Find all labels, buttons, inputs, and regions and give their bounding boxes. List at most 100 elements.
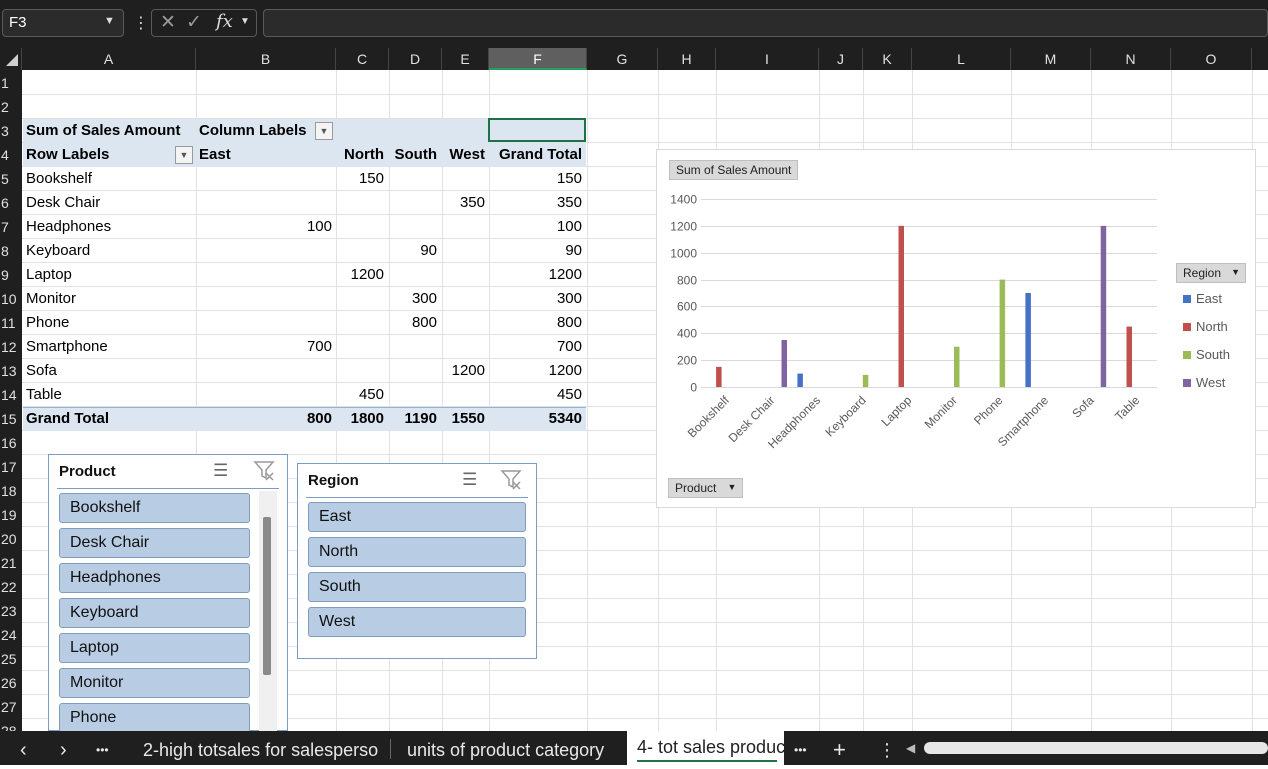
pivot-row-label[interactable]: Table	[26, 383, 62, 407]
pivot-cell-south[interactable]: 300	[389, 287, 437, 311]
column-header-l[interactable]: L	[912, 48, 1011, 70]
slicer-item-bookshelf[interactable]: Bookshelf	[59, 493, 250, 523]
pivot-cell-north[interactable]: 150	[336, 167, 384, 191]
multi-select-icon[interactable]: ☰	[213, 461, 228, 481]
axis-field-button[interactable]: Product ▼	[668, 478, 744, 498]
clear-filter-icon[interactable]	[253, 459, 275, 486]
pivot-cell-east[interactable]	[196, 239, 332, 263]
row-header-20[interactable]: 20	[0, 527, 22, 551]
pivot-row-label[interactable]: Phone	[26, 311, 69, 335]
row-header-17[interactable]: 17	[0, 455, 22, 479]
legend-item-north[interactable]: North	[1183, 319, 1228, 334]
pivot-cell-west[interactable]	[442, 263, 485, 287]
column-header-i[interactable]: I	[716, 48, 819, 70]
bar-west-sofa[interactable]	[1100, 225, 1107, 387]
sheet-tab[interactable]: 2-high totsales for salesperso	[143, 731, 378, 765]
pivot-cell-total[interactable]: 450	[488, 383, 582, 407]
pivot-cell-east[interactable]: 700	[196, 335, 332, 359]
pivot-cell-west[interactable]: 1200	[442, 359, 485, 383]
row-header-21[interactable]: 21	[0, 551, 22, 575]
bar-east-smartphone[interactable]	[1025, 293, 1031, 387]
pivot-cell-south[interactable]	[389, 383, 437, 407]
pivot-cell-total[interactable]: 150	[488, 167, 582, 191]
pivot-cell-west[interactable]	[442, 335, 485, 359]
pivot-cell-south[interactable]: 800	[389, 311, 437, 335]
legend-item-south[interactable]: South	[1183, 347, 1230, 362]
multi-select-icon[interactable]: ☰	[462, 470, 477, 490]
column-labels-filter-button[interactable]: ▼	[315, 122, 333, 140]
pivot-cell-east[interactable]	[196, 383, 332, 407]
add-sheet-button[interactable]: +	[833, 731, 846, 765]
legend-item-west[interactable]: West	[1183, 375, 1225, 390]
pivot-cell-total[interactable]: 300	[488, 287, 582, 311]
pivot-cell-west[interactable]	[442, 311, 485, 335]
legend-item-east[interactable]: East	[1183, 291, 1222, 306]
column-header-j[interactable]: J	[819, 48, 863, 70]
pivot-cell-total[interactable]: 800	[488, 311, 582, 335]
bar-south-keyboard[interactable]	[862, 374, 869, 387]
sheet-tab-active[interactable]: 4- tot sales produc	[627, 731, 784, 765]
more-sheets-icon[interactable]: •••	[96, 731, 109, 765]
pivot-row-label[interactable]: Desk Chair	[26, 191, 100, 215]
slicer-item-east[interactable]: East	[308, 502, 526, 532]
pivot-cell-north[interactable]: 450	[336, 383, 384, 407]
horizontal-scrollbar[interactable]	[924, 742, 1268, 754]
pivot-cell-east[interactable]	[196, 167, 332, 191]
pivot-row-label[interactable]: Bookshelf	[26, 167, 92, 191]
pivot-cell-east[interactable]: 100	[196, 215, 332, 239]
pivot-cell-west[interactable]: 350	[442, 191, 485, 215]
pivot-row-label[interactable]: Laptop	[26, 263, 72, 287]
pivot-row-label[interactable]: Sofa	[26, 359, 57, 383]
pivot-cell-south[interactable]	[389, 167, 437, 191]
pivot-cell-west[interactable]	[442, 383, 485, 407]
pivot-cell-north[interactable]	[336, 191, 384, 215]
pivot-cell-east[interactable]	[196, 311, 332, 335]
legend-field-button[interactable]: Region ▼	[1176, 263, 1247, 283]
pivot-cell-east[interactable]	[196, 191, 332, 215]
pivot-cell-total[interactable]: 90	[488, 239, 582, 263]
pivot-cell-north[interactable]	[336, 215, 384, 239]
pivot-cell-total[interactable]: 700	[488, 335, 582, 359]
row-header-18[interactable]: 18	[0, 479, 22, 503]
prev-sheet-button[interactable]: ‹	[20, 731, 27, 765]
slicer-item-monitor[interactable]: Monitor	[59, 668, 250, 698]
slicer-item-laptop[interactable]: Laptop	[59, 633, 250, 663]
slicer-item-west[interactable]: West	[308, 607, 526, 637]
row-header-25[interactable]: 25	[0, 647, 22, 671]
row-header-22[interactable]: 22	[0, 575, 22, 599]
active-cell-f3[interactable]	[488, 118, 586, 142]
pivot-cell-south[interactable]	[389, 263, 437, 287]
product-slicer[interactable]: Product ☰ Bookshelf Desk Chair Headphones K…	[48, 454, 288, 733]
slicer-item-desk-chair[interactable]: Desk Chair	[59, 528, 250, 558]
pivot-cell-east[interactable]	[196, 359, 332, 383]
bar-north-laptop[interactable]	[898, 225, 905, 387]
pivot-cell-south[interactable]	[389, 359, 437, 383]
sheet-menu-icon[interactable]: ⋮	[878, 731, 896, 765]
row-header-26[interactable]: 26	[0, 671, 22, 695]
region-slicer[interactable]: Region ☰ East North South West	[297, 463, 537, 659]
pivot-cell-east[interactable]	[196, 263, 332, 287]
bar-north-table[interactable]	[1126, 326, 1133, 387]
clear-filter-icon[interactable]	[500, 468, 522, 495]
pivot-cell-total[interactable]: 350	[488, 191, 582, 215]
bar-north-bookshelf[interactable]	[716, 366, 722, 387]
pivot-cell-north[interactable]	[336, 239, 384, 263]
slicer-item-phone[interactable]: Phone	[59, 703, 250, 733]
pivot-cell-south[interactable]	[389, 335, 437, 359]
pivot-cell-west[interactable]	[442, 215, 485, 239]
column-header-m[interactable]: M	[1011, 48, 1091, 70]
pivot-chart[interactable]: Sum of Sales Amount 0 200 400 600 800 1000 120…	[656, 149, 1256, 508]
pivot-cell-north[interactable]: 1200	[336, 263, 384, 287]
pivot-cell-north[interactable]	[336, 311, 384, 335]
pivot-cell-west[interactable]	[442, 239, 485, 263]
column-header-n[interactable]: N	[1091, 48, 1171, 70]
bar-east-headphones[interactable]	[797, 373, 803, 387]
slicer-item-keyboard[interactable]: Keyboard	[59, 598, 250, 628]
column-header-k[interactable]: K	[863, 48, 912, 70]
pivot-cell-total[interactable]: 1200	[488, 359, 582, 383]
pivot-cell-north[interactable]	[336, 359, 384, 383]
pivot-row-label[interactable]: Headphones	[26, 215, 111, 239]
pivot-row-label[interactable]: Monitor	[26, 287, 76, 311]
scroll-left-icon[interactable]: ◀	[906, 741, 915, 755]
column-header-o[interactable]: O	[1171, 48, 1252, 70]
